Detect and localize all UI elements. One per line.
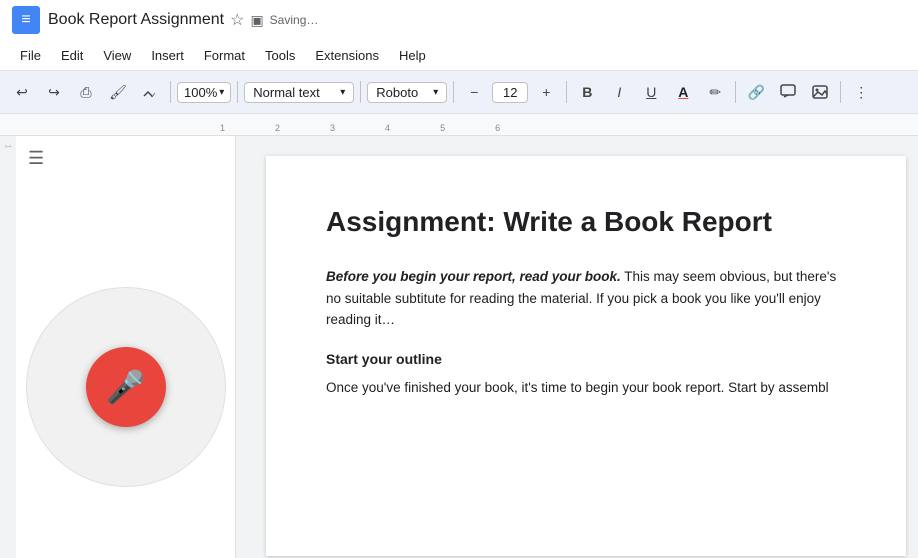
doc-paragraph-1[interactable]: Before you begin your report, read your … — [326, 266, 846, 331]
ruler-tick-2: 2 — [275, 123, 280, 133]
ruler-tick-5: 5 — [440, 123, 445, 133]
svg-text:✓: ✓ — [150, 91, 157, 100]
doc-icon — [12, 6, 40, 34]
undo-button[interactable]: ↩ — [8, 78, 36, 106]
comment-icon — [780, 84, 796, 100]
margin-indicator: 1 — [4, 144, 13, 148]
highlight-icon: ✏ — [709, 84, 721, 101]
separator-5 — [566, 81, 567, 103]
left-margin: 1 — [0, 136, 16, 558]
image-button[interactable] — [806, 78, 834, 106]
font-size-value: 12 — [503, 85, 517, 100]
font-color-icon: A — [678, 84, 688, 100]
redo-button[interactable]: ↪ — [40, 78, 68, 106]
doc-heading[interactable]: Assignment: Write a Book Report — [326, 206, 846, 238]
menu-tools[interactable]: Tools — [257, 44, 303, 67]
zoom-selector[interactable]: 100% ▾ — [177, 82, 231, 103]
menu-format[interactable]: Format — [196, 44, 253, 67]
separator-1 — [170, 81, 171, 103]
left-panel: ☰ 🎤 — [16, 136, 236, 558]
saving-text: Saving… — [270, 13, 319, 27]
font-selector[interactable]: Roboto ▾ — [367, 82, 447, 103]
menu-view[interactable]: View — [95, 44, 139, 67]
star-icon[interactable]: ☆ — [230, 10, 244, 30]
spellcheck-button[interactable]: ✓ — [136, 78, 164, 106]
separator-7 — [840, 81, 841, 103]
separator-3 — [360, 81, 361, 103]
zoom-value: 100% — [184, 85, 217, 100]
outline-icon[interactable]: ☰ — [28, 148, 44, 169]
title-area: Book Report Assignment ☆ ▣ Saving… — [48, 10, 906, 30]
bold-button[interactable]: B — [573, 78, 601, 106]
toolbar: ↩ ↪ ⎙ 🖌 ✓ 100% ▾ Normal text ▾ Roboto ▾ … — [0, 70, 918, 114]
menu-edit[interactable]: Edit — [53, 44, 91, 67]
font-size-increase-button[interactable]: + — [532, 78, 560, 106]
drive-icon[interactable]: ▣ — [250, 12, 263, 29]
comment-button[interactable] — [774, 78, 802, 106]
menu-extensions[interactable]: Extensions — [307, 44, 387, 67]
microphone-icon: 🎤 — [106, 368, 146, 406]
font-size-input[interactable]: 12 — [492, 82, 528, 103]
print-button[interactable]: ⎙ — [72, 78, 100, 106]
menu-file[interactable]: File — [12, 44, 49, 67]
text-style-selector[interactable]: Normal text ▾ — [244, 82, 354, 103]
font-chevron-icon: ▾ — [433, 87, 438, 98]
main-area: 1 ☰ 🎤 Assignment: Write a Book Report Be… — [0, 136, 918, 558]
zoom-chevron-icon: ▾ — [219, 87, 224, 98]
paint-format-button[interactable]: 🖌 — [104, 78, 132, 106]
menu-insert[interactable]: Insert — [143, 44, 192, 67]
title-bar: Book Report Assignment ☆ ▣ Saving… — [0, 0, 918, 40]
font-value: Roboto — [376, 85, 418, 100]
style-chevron-icon: ▾ — [340, 87, 345, 98]
text-style-value: Normal text — [253, 85, 319, 100]
separator-2 — [237, 81, 238, 103]
microphone-button[interactable]: 🎤 — [86, 347, 166, 427]
separator-6 — [735, 81, 736, 103]
ruler-tick-4: 4 — [385, 123, 390, 133]
ruler-tick-1: 1 — [220, 123, 225, 133]
ruler: 1 2 3 4 5 6 — [0, 114, 918, 136]
menu-help[interactable]: Help — [391, 44, 434, 67]
doc-paragraph-2[interactable]: Once you've finished your book, it's tim… — [326, 377, 846, 399]
ruler-inner: 1 2 3 4 5 6 — [220, 114, 918, 135]
doc-area[interactable]: Assignment: Write a Book Report Before y… — [236, 136, 918, 558]
highlight-button[interactable]: ✏ — [701, 78, 729, 106]
doc-title-text: Book Report Assignment — [48, 11, 224, 29]
doc-bold-italic-text: Before you begin your report, read your … — [326, 269, 621, 284]
doc-subheading[interactable]: Start your outline — [326, 351, 846, 367]
separator-4 — [453, 81, 454, 103]
underline-button[interactable]: U — [637, 78, 665, 106]
doc-title-row: Book Report Assignment ☆ ▣ Saving… — [48, 10, 906, 30]
link-button[interactable]: 🔗 — [742, 78, 770, 106]
doc-page: Assignment: Write a Book Report Before y… — [266, 156, 906, 556]
font-color-button[interactable]: A — [669, 78, 697, 106]
more-button[interactable]: ⋮ — [847, 78, 875, 106]
ruler-tick-3: 3 — [330, 123, 335, 133]
image-icon — [812, 84, 828, 100]
font-size-decrease-button[interactable]: − — [460, 78, 488, 106]
italic-button[interactable]: I — [605, 78, 633, 106]
menu-bar: File Edit View Insert Format Tools Exten… — [0, 40, 918, 70]
ruler-tick-6: 6 — [495, 123, 500, 133]
spellcheck-icon: ✓ — [142, 84, 158, 100]
voice-overlay: 🎤 — [26, 287, 226, 487]
